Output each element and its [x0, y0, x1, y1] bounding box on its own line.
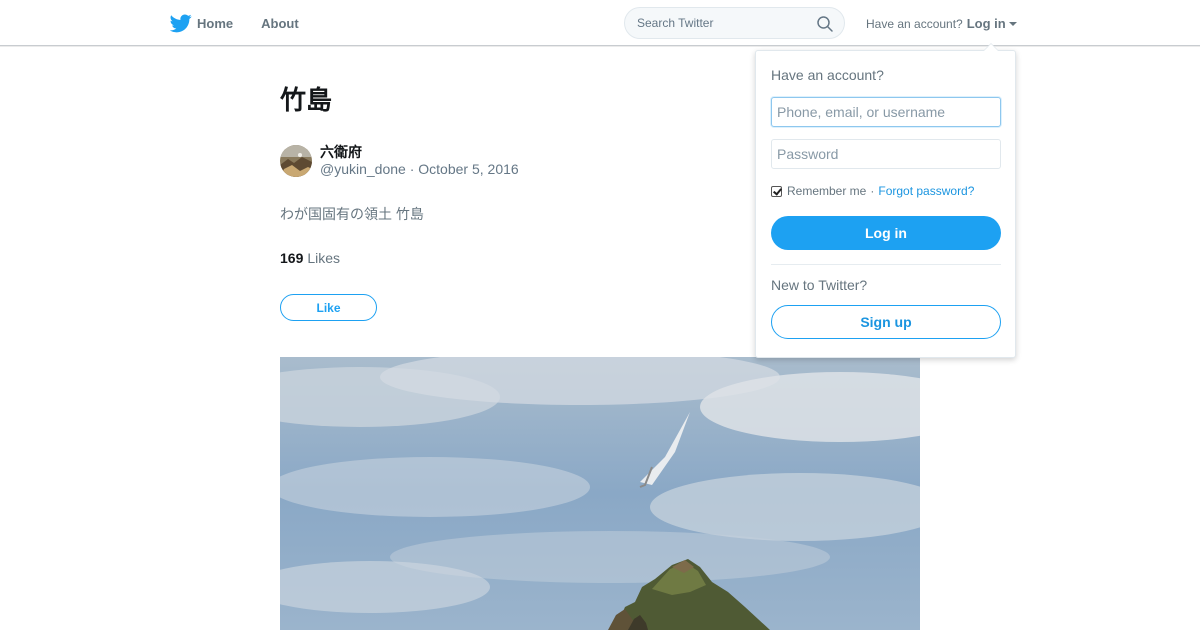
nav-left: Home About [170, 0, 327, 46]
tweet-text: わが国固有の領土 竹島 [280, 206, 424, 222]
island-photo [280, 357, 920, 630]
top-nav: Home About Search Twitter Have an accoun… [0, 0, 1200, 46]
author-handle[interactable]: @yukin_done [320, 161, 406, 177]
tweet-author[interactable]: 六衛府 @yukin_done · October 5, 2016 [280, 144, 519, 178]
forgot-password-link[interactable]: Forgot password? [878, 184, 974, 198]
password-field[interactable] [771, 139, 1001, 169]
likes-label: Likes [307, 250, 341, 266]
author-meta: @yukin_done · October 5, 2016 [320, 160, 519, 178]
avatar[interactable] [280, 145, 312, 177]
signup-button[interactable]: Sign up [771, 305, 1001, 339]
new-to-twitter-heading: New to Twitter? [771, 277, 868, 293]
remember-label[interactable]: Remember me [787, 184, 866, 198]
nav-about-label: About [261, 15, 299, 31]
search-icon[interactable] [816, 15, 834, 33]
login-toggle[interactable]: Have an account? Log in [866, 16, 1017, 31]
search-box[interactable]: Search Twitter [624, 7, 845, 39]
author-name[interactable]: 六衛府 [320, 144, 519, 160]
remember-row: Remember me · Forgot password? [771, 184, 974, 198]
login-button[interactable]: Log in [771, 216, 1001, 250]
divider [771, 264, 1001, 265]
nav-about[interactable]: About [261, 16, 299, 31]
nav-home[interactable]: Home [170, 12, 233, 34]
author-info: 六衛府 @yukin_done · October 5, 2016 [320, 144, 519, 178]
tweet-photo[interactable] [280, 357, 920, 630]
have-account-label: Have an account? [866, 16, 963, 31]
remember-separator: · [870, 184, 875, 198]
avatar-image [280, 145, 312, 177]
search-input[interactable]: Search Twitter [637, 16, 713, 30]
remember-checkbox[interactable] [771, 185, 782, 197]
like-button[interactable]: Like [280, 294, 377, 321]
tweet-date[interactable]: October 5, 2016 [418, 161, 518, 177]
likes-summary: 169 Likes [280, 250, 340, 266]
likes-count: 169 [280, 250, 304, 266]
nav-home-label: Home [197, 15, 234, 31]
chevron-down-icon[interactable] [1008, 22, 1017, 26]
login-link[interactable]: Log in [967, 16, 1006, 31]
login-dropdown: Have an account? Remember me · Forgot pa… [755, 43, 1016, 358]
meta-separator: · [405, 161, 419, 177]
login-dropdown-heading: Have an account? [771, 67, 884, 83]
twitter-bird-icon [170, 14, 192, 33]
username-field[interactable] [771, 97, 1001, 127]
